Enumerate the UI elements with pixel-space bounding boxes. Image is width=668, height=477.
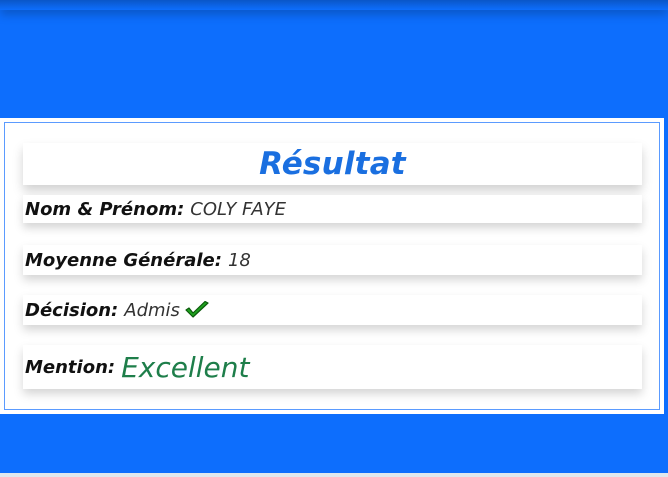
average-value: 18 — [227, 249, 251, 271]
row-average: Moyenne Générale: 18 — [23, 245, 642, 275]
bottom-strip — [0, 473, 668, 477]
row-mention: Mention: Excellent — [23, 345, 642, 389]
top-bar — [0, 0, 668, 10]
row-name: Nom & Prénom: COLY FAYE — [23, 195, 642, 223]
page-title: Résultat — [259, 146, 406, 182]
row-decision: Décision: Admis — [23, 295, 642, 325]
decision-value: Admis — [124, 299, 180, 321]
result-content: Résultat Nom & Prénom: COLY FAYE Moyenne… — [23, 143, 642, 389]
name-label: Nom & Prénom: — [25, 198, 185, 220]
average-label: Moyenne Générale: — [25, 249, 222, 271]
name-value: COLY FAYE — [190, 198, 287, 220]
decision-label: Décision: — [25, 299, 119, 321]
mention-label: Mention: — [25, 356, 116, 378]
result-card: Résultat Nom & Prénom: COLY FAYE Moyenne… — [0, 118, 664, 414]
mention-value: Excellent — [121, 350, 250, 384]
title-box: Résultat — [23, 143, 642, 185]
check-icon — [185, 301, 209, 319]
